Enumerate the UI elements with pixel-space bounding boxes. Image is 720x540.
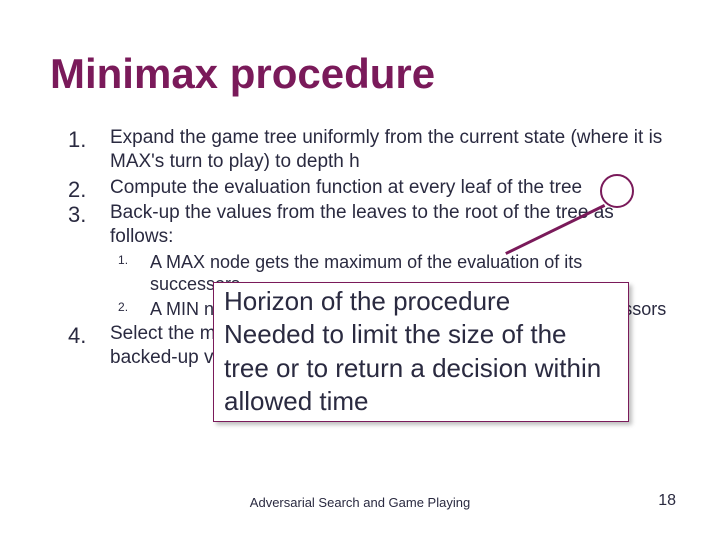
list-item-2-text: Compute the evaluation function at every… [110,177,582,198]
list-item-3-text: Back-up the values from the leaves to th… [110,202,614,247]
slide-title: Minimax procedure [50,50,670,98]
callout-line-1: Horizon of the procedure [224,285,618,318]
highlight-circle [600,174,634,208]
callout-box: Horizon of the procedure Needed to limit… [213,282,629,422]
list-item-2: Compute the evaluation function at every… [50,176,670,200]
list-item-1: Expand the game tree uniformly from the … [50,126,670,174]
page-number: 18 [658,492,676,510]
slide-footer: Adversarial Search and Game Playing [0,495,720,510]
list-item-1-text: Expand the game tree uniformly from the … [110,127,662,172]
callout-line-2: Needed to limit the size of the tree or … [224,318,618,418]
